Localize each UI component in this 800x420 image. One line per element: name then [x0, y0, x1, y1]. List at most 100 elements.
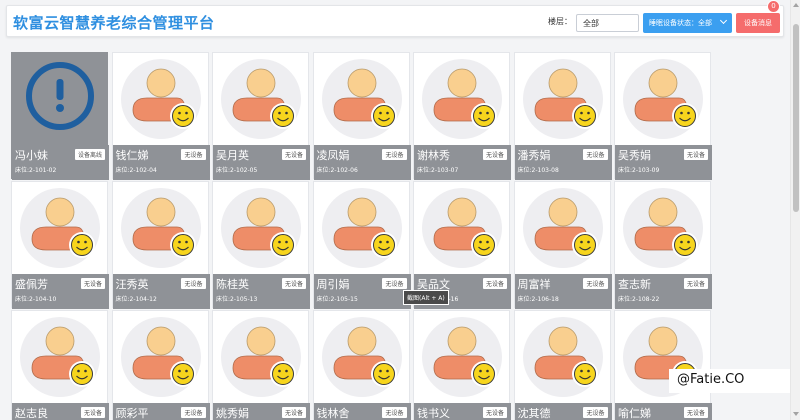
- resident-info-bar: 潘秀娟 无设备床位:2-103-08: [514, 145, 612, 180]
- device-status-tag: 无设备: [382, 149, 407, 160]
- resident-info-bar: 钱书义 无设备: [414, 403, 511, 420]
- resident-card[interactable]: 汪秀英 无设备 床位:2-104-12: [111, 181, 210, 309]
- device-status-tag: 无设备: [482, 278, 507, 289]
- person-avatar-smiley-icon: [113, 182, 210, 274]
- floor-select[interactable]: 全部: [576, 14, 639, 32]
- resident-card[interactable]: 盛佩芳 无设备 床位:2-104-10: [11, 181, 109, 309]
- resident-name: 潘秀娟: [517, 149, 551, 162]
- person-avatar-smiley-icon: [615, 182, 712, 274]
- resident-card[interactable]: 钱林舍 无设备: [312, 310, 411, 420]
- device-status-tag: 设备离线: [74, 149, 105, 160]
- device-status-tag: 无设备: [382, 278, 407, 289]
- bed-number: 床位:2-103-07: [417, 167, 459, 174]
- resident-info-bar: 陈桂英 无设备 床位:2-105-13: [213, 274, 310, 309]
- bed-number: 床位:2-104-12: [115, 296, 157, 303]
- device-status-tag: 无设备: [181, 407, 206, 418]
- resident-info-bar: 钱林舍 无设备: [313, 403, 411, 420]
- resident-name: 凌凤娟: [316, 149, 350, 162]
- resident-card[interactable]: 沈其德 无设备: [513, 310, 612, 420]
- resident-name: 陈桂英: [216, 278, 249, 291]
- resident-card[interactable]: 查志新 无设备床位:2-108-22: [614, 181, 712, 309]
- bed-number: 床位:2-103-09: [618, 167, 660, 174]
- bed-number: 床位:2-103-08: [517, 167, 559, 174]
- sleep-device-status-dropdown[interactable]: 睡眠设备状态：全部: [643, 13, 732, 33]
- resident-card[interactable]: 凌凤娟 无设备 床位:2-102-06: [312, 52, 411, 180]
- bed-number: 床位:2-106-18: [517, 296, 559, 303]
- resident-card[interactable]: 潘秀娟 无设备床位:2-103-08: [513, 52, 612, 180]
- resident-card[interactable]: 姚秀娟 无设备: [212, 310, 310, 420]
- device-message-count-badge: 0: [767, 0, 780, 13]
- person-avatar-smiley-icon: [213, 311, 310, 403]
- watermark: @Fatie.CO: [669, 369, 796, 393]
- resident-card[interactable]: 周引娟 无设备床位:2-105-15: [312, 181, 411, 309]
- device-message-button[interactable]: 设备消息: [736, 13, 780, 33]
- device-status-tag: 无设备: [382, 407, 407, 418]
- resident-info-bar: 沈其德 无设备: [514, 403, 612, 420]
- resident-name: 冯小妹: [15, 149, 48, 162]
- resident-card[interactable]: 钱仁娣 无设备床位:2-102-04: [111, 52, 210, 180]
- resident-info-bar: 赵志良 无设备: [12, 403, 109, 420]
- resident-name: 顾彩平: [115, 407, 149, 420]
- scrollbar-thumb[interactable]: [793, 24, 799, 212]
- device-status-tag: 无设备: [80, 278, 105, 289]
- resident-info-bar: 吴秀娟 无设备 床位:2-103-09: [615, 145, 712, 180]
- resident-name: 钱仁娣: [115, 149, 149, 162]
- device-status-tag: 无设备: [181, 149, 206, 160]
- person-avatar-smiley-icon: [515, 182, 612, 274]
- person-avatar-smiley-icon: [515, 53, 612, 145]
- person-avatar-smiley-icon: [213, 182, 310, 274]
- device-status-tag: 无设备: [583, 149, 608, 160]
- resident-name: 吴秀娟: [618, 149, 651, 162]
- resident-name: 查志新: [618, 278, 651, 291]
- person-avatar-smiley-icon: [12, 182, 109, 274]
- resident-card[interactable]: 顾彩平 无设备: [111, 310, 210, 420]
- resident-info-bar: 盛佩芳 无设备 床位:2-104-10: [12, 274, 109, 309]
- resident-name: 沈其德: [517, 407, 551, 420]
- resident-info-bar: 喻仁娣 无设备: [615, 403, 712, 420]
- bed-number: 床位:2-102-04: [115, 167, 157, 174]
- resident-card[interactable]: 钱书义 无设备: [413, 310, 511, 420]
- device-status-tag: 无设备: [281, 278, 306, 289]
- device-status-tag: 无设备: [482, 407, 507, 418]
- resident-name: 周引娟: [316, 278, 350, 291]
- device-status-tag: 无设备: [583, 407, 608, 418]
- scroll-down-arrow-icon[interactable]: [793, 412, 799, 416]
- device-status-tag: 无设备: [181, 278, 206, 289]
- person-avatar-smiley-icon: [113, 53, 210, 145]
- resident-name: 谢林秀: [417, 149, 450, 162]
- person-avatar-smiley-icon: [314, 311, 411, 403]
- resident-info-bar: 钱仁娣 无设备床位:2-102-04: [112, 145, 210, 180]
- resident-name: 钱林舍: [316, 407, 350, 420]
- scroll-up-arrow-icon[interactable]: [793, 3, 799, 7]
- person-avatar-smiley-icon: [113, 311, 210, 403]
- device-status-tag: 无设备: [281, 149, 306, 160]
- resident-card[interactable]: 周富祥 无设备 床位:2-106-18: [513, 181, 612, 309]
- bed-number: 床位:2-102-05: [216, 167, 258, 174]
- bed-number: 床位:2-105-15: [316, 296, 358, 303]
- resident-info-bar: 顾彩平 无设备: [112, 403, 210, 420]
- resident-name: 钱书义: [417, 407, 450, 420]
- resident-name: 周富祥: [517, 278, 551, 291]
- resident-card[interactable]: 吴月英 无设备 床位:2-102-05: [212, 52, 310, 180]
- resident-card[interactable]: 吴品文无设备床位:2-106-16: [413, 181, 511, 309]
- top-header-bar: 软富云智慧养老综合管理平台 楼层： 全部 睡眠设备状态：全部 设备消息: [6, 5, 784, 37]
- resident-info-bar: 汪秀英 无设备 床位:2-104-12: [112, 274, 210, 309]
- device-status-tag: 无设备: [80, 407, 105, 418]
- resident-card[interactable]: 谢林秀 无设备床位:2-103-07: [413, 52, 511, 180]
- bed-number: 床位:2-108-22: [618, 296, 660, 303]
- resident-info-bar: 冯小妹 设备离线 床位:2-101-02: [12, 145, 109, 180]
- chevron-down-icon: [719, 16, 728, 25]
- resident-card[interactable]: 赵志良 无设备: [11, 310, 109, 420]
- device-status-tag: 无设备: [482, 149, 507, 160]
- resident-card[interactable]: 陈桂英 无设备 床位:2-105-13: [212, 181, 310, 309]
- resident-info-bar: 谢林秀 无设备床位:2-103-07: [414, 145, 511, 180]
- resident-name: 盛佩芳: [15, 278, 48, 291]
- resident-card[interactable]: 吴秀娟 无设备 床位:2-103-09: [614, 52, 712, 180]
- resident-card[interactable]: 喻仁娣 无设备: [614, 310, 712, 420]
- person-avatar-smiley-icon: [414, 182, 511, 274]
- device-status-tag: 无设备: [683, 278, 708, 289]
- resident-info-bar: 姚秀娟 无设备: [213, 403, 310, 420]
- resident-card[interactable]: 冯小妹 设备离线 床位:2-101-02: [11, 52, 109, 180]
- person-avatar-smiley-icon: [213, 53, 310, 145]
- vertical-scrollbar[interactable]: [790, 0, 800, 420]
